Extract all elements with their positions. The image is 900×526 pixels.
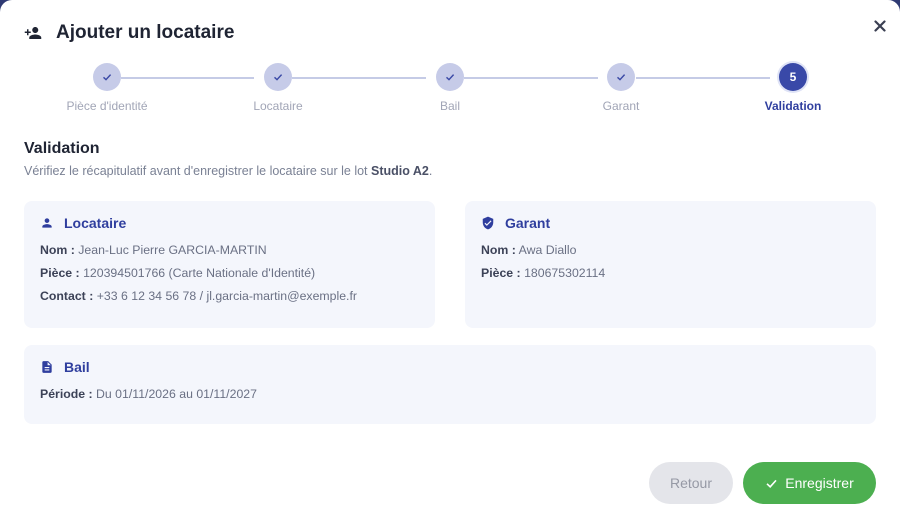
field-label: Période : bbox=[40, 387, 93, 401]
lease-period: Du 01/11/2026 au 01/11/2027 bbox=[96, 387, 257, 401]
step-validation[interactable]: 5 Validation bbox=[718, 63, 868, 113]
step-label: Garant bbox=[602, 99, 640, 113]
stepper: Pièce d'identité Locataire Bail Garant 5… bbox=[0, 63, 900, 123]
tenant-id-document: 120394501766 (Carte Nationale d'Identité… bbox=[83, 266, 316, 280]
step-label: Pièce d'identité bbox=[66, 99, 148, 113]
save-button[interactable]: Enregistrer bbox=[743, 462, 876, 504]
tenant-contact-row: Contact : +33 6 12 34 56 78 / jl.garcia-… bbox=[40, 289, 419, 303]
back-button[interactable]: Retour bbox=[649, 462, 733, 504]
field-label: Nom : bbox=[481, 243, 516, 257]
check-icon bbox=[765, 477, 778, 490]
tenant-contact: +33 6 12 34 56 78 / jl.garcia-martin@exe… bbox=[96, 289, 357, 303]
step-locataire[interactable]: Locataire bbox=[203, 63, 353, 113]
step-label: Bail bbox=[439, 99, 460, 113]
save-label: Enregistrer bbox=[785, 475, 854, 491]
check-icon bbox=[436, 63, 464, 91]
field-label: Pièce : bbox=[40, 266, 80, 280]
check-icon bbox=[264, 63, 292, 91]
tenant-summary-card: Locataire Nom : Jean-Luc Pierre GARCIA-M… bbox=[24, 201, 435, 328]
guarantor-summary-card: Garant Nom : Awa Diallo Pièce : 18067530… bbox=[465, 201, 876, 328]
subtitle-end: . bbox=[428, 164, 433, 178]
lot-name: Studio A2 bbox=[371, 164, 429, 178]
guarantor-id-document: 180675302114 bbox=[524, 266, 606, 280]
section-title: Validation bbox=[24, 140, 100, 157]
person-add-icon bbox=[24, 24, 42, 42]
tenant-name-row: Nom : Jean-Luc Pierre GARCIA-MARTIN bbox=[40, 243, 419, 257]
field-label: Nom : bbox=[40, 243, 75, 257]
step-piece-identite[interactable]: Pièce d'identité bbox=[32, 63, 182, 113]
dialog-header: Ajouter un locataire bbox=[24, 20, 234, 46]
add-tenant-dialog: Ajouter un locataire Pièce d'identité Lo… bbox=[0, 0, 900, 526]
step-number: 5 bbox=[779, 63, 807, 91]
check-icon bbox=[607, 63, 635, 91]
card-title-text: Garant bbox=[505, 215, 551, 231]
dialog-title: Ajouter un locataire bbox=[56, 22, 235, 43]
guarantor-id-row: Pièce : 180675302114 bbox=[481, 266, 860, 280]
step-garant[interactable]: Garant bbox=[546, 63, 696, 113]
lease-period-row: Période : Du 01/11/2026 au 01/11/2027 bbox=[40, 387, 860, 401]
tenant-id-row: Pièce : 120394501766 (Carte Nationale d'… bbox=[40, 266, 419, 280]
field-label: Pièce : bbox=[481, 266, 521, 280]
card-title-text: Locataire bbox=[64, 215, 127, 231]
person-icon bbox=[40, 216, 54, 230]
subtitle-text: Vérifiez le récapitulatif avant d'enregi… bbox=[24, 164, 371, 178]
card-title: Locataire bbox=[40, 215, 419, 231]
card-title-text: Bail bbox=[64, 359, 90, 375]
tenant-name: Jean-Luc Pierre GARCIA-MARTIN bbox=[78, 243, 267, 257]
close-button[interactable] bbox=[870, 18, 890, 38]
guarantor-name: Awa Diallo bbox=[518, 243, 577, 257]
document-icon bbox=[40, 360, 54, 374]
step-bail[interactable]: Bail bbox=[375, 63, 525, 113]
field-label: Contact : bbox=[40, 289, 94, 303]
check-icon bbox=[93, 63, 121, 91]
card-title: Garant bbox=[481, 215, 860, 231]
guarantor-name-row: Nom : Awa Diallo bbox=[481, 243, 860, 257]
section-subtitle: Vérifiez le récapitulatif avant d'enregi… bbox=[24, 164, 432, 178]
step-label: Validation bbox=[764, 99, 822, 113]
verified-shield-icon bbox=[481, 216, 495, 230]
close-icon bbox=[874, 19, 886, 37]
lease-summary-card: Bail Période : Du 01/11/2026 au 01/11/20… bbox=[24, 345, 876, 424]
card-title: Bail bbox=[40, 359, 860, 375]
step-label: Locataire bbox=[253, 99, 303, 113]
